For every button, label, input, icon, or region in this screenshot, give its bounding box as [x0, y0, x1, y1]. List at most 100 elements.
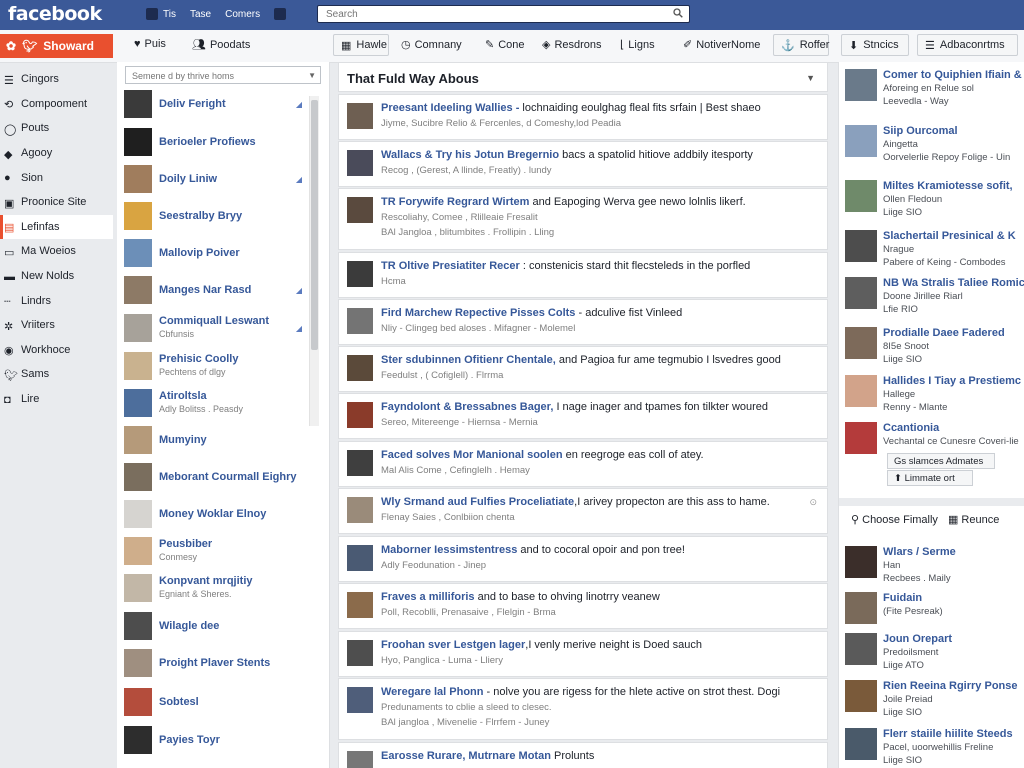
avatar[interactable]	[124, 537, 152, 565]
reunce-tab[interactable]: ▦ Reunce	[948, 513, 999, 526]
avatar[interactable]	[124, 726, 152, 754]
friend-row[interactable]: Commiquall Leswant Cbfunsis ◢	[124, 314, 304, 342]
stncics-button[interactable]: ⬇ Stncics	[841, 34, 909, 56]
top-nav-item-2[interactable]: Tase	[190, 9, 211, 20]
suggested-person[interactable]: Miltes Kramiotesse sofit, Ollen Fledoun Li…	[845, 180, 1024, 224]
avatar[interactable]	[845, 546, 877, 578]
friend-name[interactable]: Berioeler Profiews	[159, 136, 256, 149]
avatar[interactable]	[347, 450, 373, 476]
friend-name[interactable]: Doily Liniw	[159, 173, 217, 186]
scrollbar-thumb[interactable]	[311, 100, 318, 350]
suggested-person[interactable]: Siip Ourcomal Aingetta Oorvelerlie Repoy F…	[845, 125, 1024, 169]
avatar[interactable]	[124, 463, 152, 491]
avatar[interactable]	[347, 402, 373, 428]
top-nav-item-4[interactable]	[274, 8, 287, 20]
person-name[interactable]: Flerr staiile hiilite Steeds	[883, 728, 1013, 741]
tab-cone[interactable]: ✎ Cone	[485, 38, 525, 52]
avatar[interactable]	[124, 202, 152, 230]
sidebar-item-11[interactable]: ✲ Vriiters	[0, 313, 113, 338]
choose-family-tab[interactable]: ⚲ Choose Fimally	[851, 513, 938, 526]
friend-name[interactable]: Money Woklar Elnoy	[159, 508, 266, 521]
friend-name[interactable]: Deliv Feright	[159, 98, 226, 111]
story-title[interactable]: Fird Marchew Repective Pisses Colts	[381, 307, 575, 319]
sidebar-item-2[interactable]: ⟲ Compooment	[0, 92, 113, 117]
avatar[interactable]	[347, 687, 373, 713]
friend-row[interactable]: Doily Liniw ◢	[124, 165, 304, 193]
tab-resdrons[interactable]: ◈ Resdrons	[542, 38, 602, 52]
avatar[interactable]	[347, 197, 373, 223]
avatar[interactable]	[124, 276, 152, 304]
sidebar-item-3[interactable]: ◯ Pouts	[0, 116, 113, 141]
story-title[interactable]: Fraves a milliforis	[381, 591, 475, 603]
admates-button[interactable]: Gs slamces Admates	[887, 453, 995, 469]
family-person[interactable]: Joun Orepart Predoilsment Liige ATO	[845, 633, 1024, 677]
person-name[interactable]: Comer to Quiphien Ifiain &	[883, 69, 1022, 82]
friend-row[interactable]: Atiroltsla Adly Bolitss . Peasdy	[124, 389, 304, 417]
friend-row[interactable]: Mumyiny	[124, 426, 304, 454]
friend-name[interactable]: Peusbiber	[159, 538, 212, 551]
avatar[interactable]	[347, 497, 373, 523]
sidebar-item-8[interactable]: ▭ Ma Woeios	[0, 239, 113, 264]
friend-row[interactable]: Mallovip Poiver	[124, 239, 304, 267]
tab-roffer[interactable]: ⚓ Roffer	[773, 34, 829, 56]
sidebar-item-6[interactable]: ▣ Proonice Site	[0, 190, 113, 215]
story-title[interactable]: Maborner Iessimstentress	[381, 544, 517, 556]
family-person[interactable]: Flerr staiile hiilite Steeds Pacel, uoorw…	[845, 728, 1024, 768]
family-person[interactable]: Rien Reeina Rgirry Ponse Joile Preiad Liig…	[845, 680, 1024, 724]
avatar[interactable]	[347, 592, 373, 618]
friend-row[interactable]: Sobtesl	[124, 688, 304, 716]
sidebar-item-5[interactable]: ● Sion	[0, 165, 113, 190]
avatar[interactable]	[347, 261, 373, 287]
avatar[interactable]	[124, 574, 152, 602]
search-input[interactable]	[318, 6, 656, 22]
avatar[interactable]	[124, 90, 152, 118]
friend-name[interactable]: Seestralby Bryy	[159, 210, 242, 223]
avatar[interactable]	[845, 728, 877, 760]
avatar[interactable]	[845, 680, 877, 712]
friend-row[interactable]: Konpvant mrqjitiy Egniant & Sheres.	[124, 574, 304, 602]
avatar[interactable]	[124, 612, 152, 640]
top-nav-item-1[interactable]: Tis	[146, 8, 176, 20]
friend-row[interactable]: Berioeler Profiews	[124, 128, 304, 156]
sidebar-item-14[interactable]: ◘ Lire	[0, 387, 113, 412]
sidebar-item-1[interactable]: ☰ Cingors	[0, 67, 113, 92]
sidebar-item-10[interactable]: ┄ Lindrs	[0, 288, 113, 313]
friend-row[interactable]: Peusbiber Conmesy	[124, 537, 304, 565]
adbaconrtms-button[interactable]: ☰ Adbaconrtms	[917, 34, 1018, 56]
avatar[interactable]	[124, 352, 152, 380]
family-person[interactable]: Wlars / Serme Han Recbees . Maily	[845, 546, 1024, 590]
avatar[interactable]	[347, 545, 373, 571]
sidebar-item-12[interactable]: ◉ Workhoce	[0, 338, 113, 363]
avatar[interactable]	[124, 239, 152, 267]
share-button[interactable]: ✿ 🐦︎ Showard	[0, 34, 113, 58]
suggested-person[interactable]: Comer to Quiphien Ifiain & Aforeing en Re…	[845, 69, 1024, 113]
friend-row[interactable]: Manges Nar Rasd ◢	[124, 276, 304, 304]
person-name[interactable]: Ccantionia	[883, 422, 1019, 435]
story-title[interactable]: Wallacs & Try his Jotun Bregernio	[381, 149, 559, 161]
avatar[interactable]	[845, 277, 877, 309]
avatar[interactable]	[845, 327, 877, 359]
friend-name[interactable]: Commiquall Leswant	[159, 315, 269, 328]
story-title[interactable]: Weregare lal Phonn	[381, 686, 484, 698]
story-title[interactable]: Froohan sver Lestgen lager	[381, 639, 525, 651]
friend-name[interactable]: Payies Toyr	[159, 734, 220, 747]
avatar[interactable]	[845, 180, 877, 212]
friend-row[interactable]: Wilagle dee	[124, 612, 304, 640]
person-name[interactable]: Prodialle Daee Fadered	[883, 327, 1005, 340]
avatar[interactable]	[845, 125, 877, 157]
scrollbar[interactable]	[309, 96, 319, 426]
friend-name[interactable]: Prehisic Coolly	[159, 353, 238, 366]
facebook-logo[interactable]: facebook	[8, 3, 102, 25]
friend-row[interactable]: Money Woklar Elnoy	[124, 500, 304, 528]
top-nav-item-3[interactable]: Comers	[225, 9, 260, 20]
story-title[interactable]: TR Forywife Regrard Wirtem	[381, 196, 529, 208]
avatar[interactable]	[124, 649, 152, 677]
chevron-down-icon[interactable]: ▼	[806, 73, 815, 83]
suggested-person[interactable]: Hallides I Tiay a Prestiemc Hallege Renny …	[845, 375, 1024, 419]
friend-name[interactable]: Sobtesl	[159, 696, 199, 709]
story-title[interactable]: TR Oltive Presiatiter Recer	[381, 260, 520, 272]
friend-name[interactable]: Atiroltsla	[159, 390, 243, 403]
search-icon[interactable]	[673, 8, 683, 18]
person-name[interactable]: Slachertail Presinical & K	[883, 230, 1016, 243]
friend-row[interactable]: Prehisic Coolly Pechtens of dlgy	[124, 352, 304, 380]
